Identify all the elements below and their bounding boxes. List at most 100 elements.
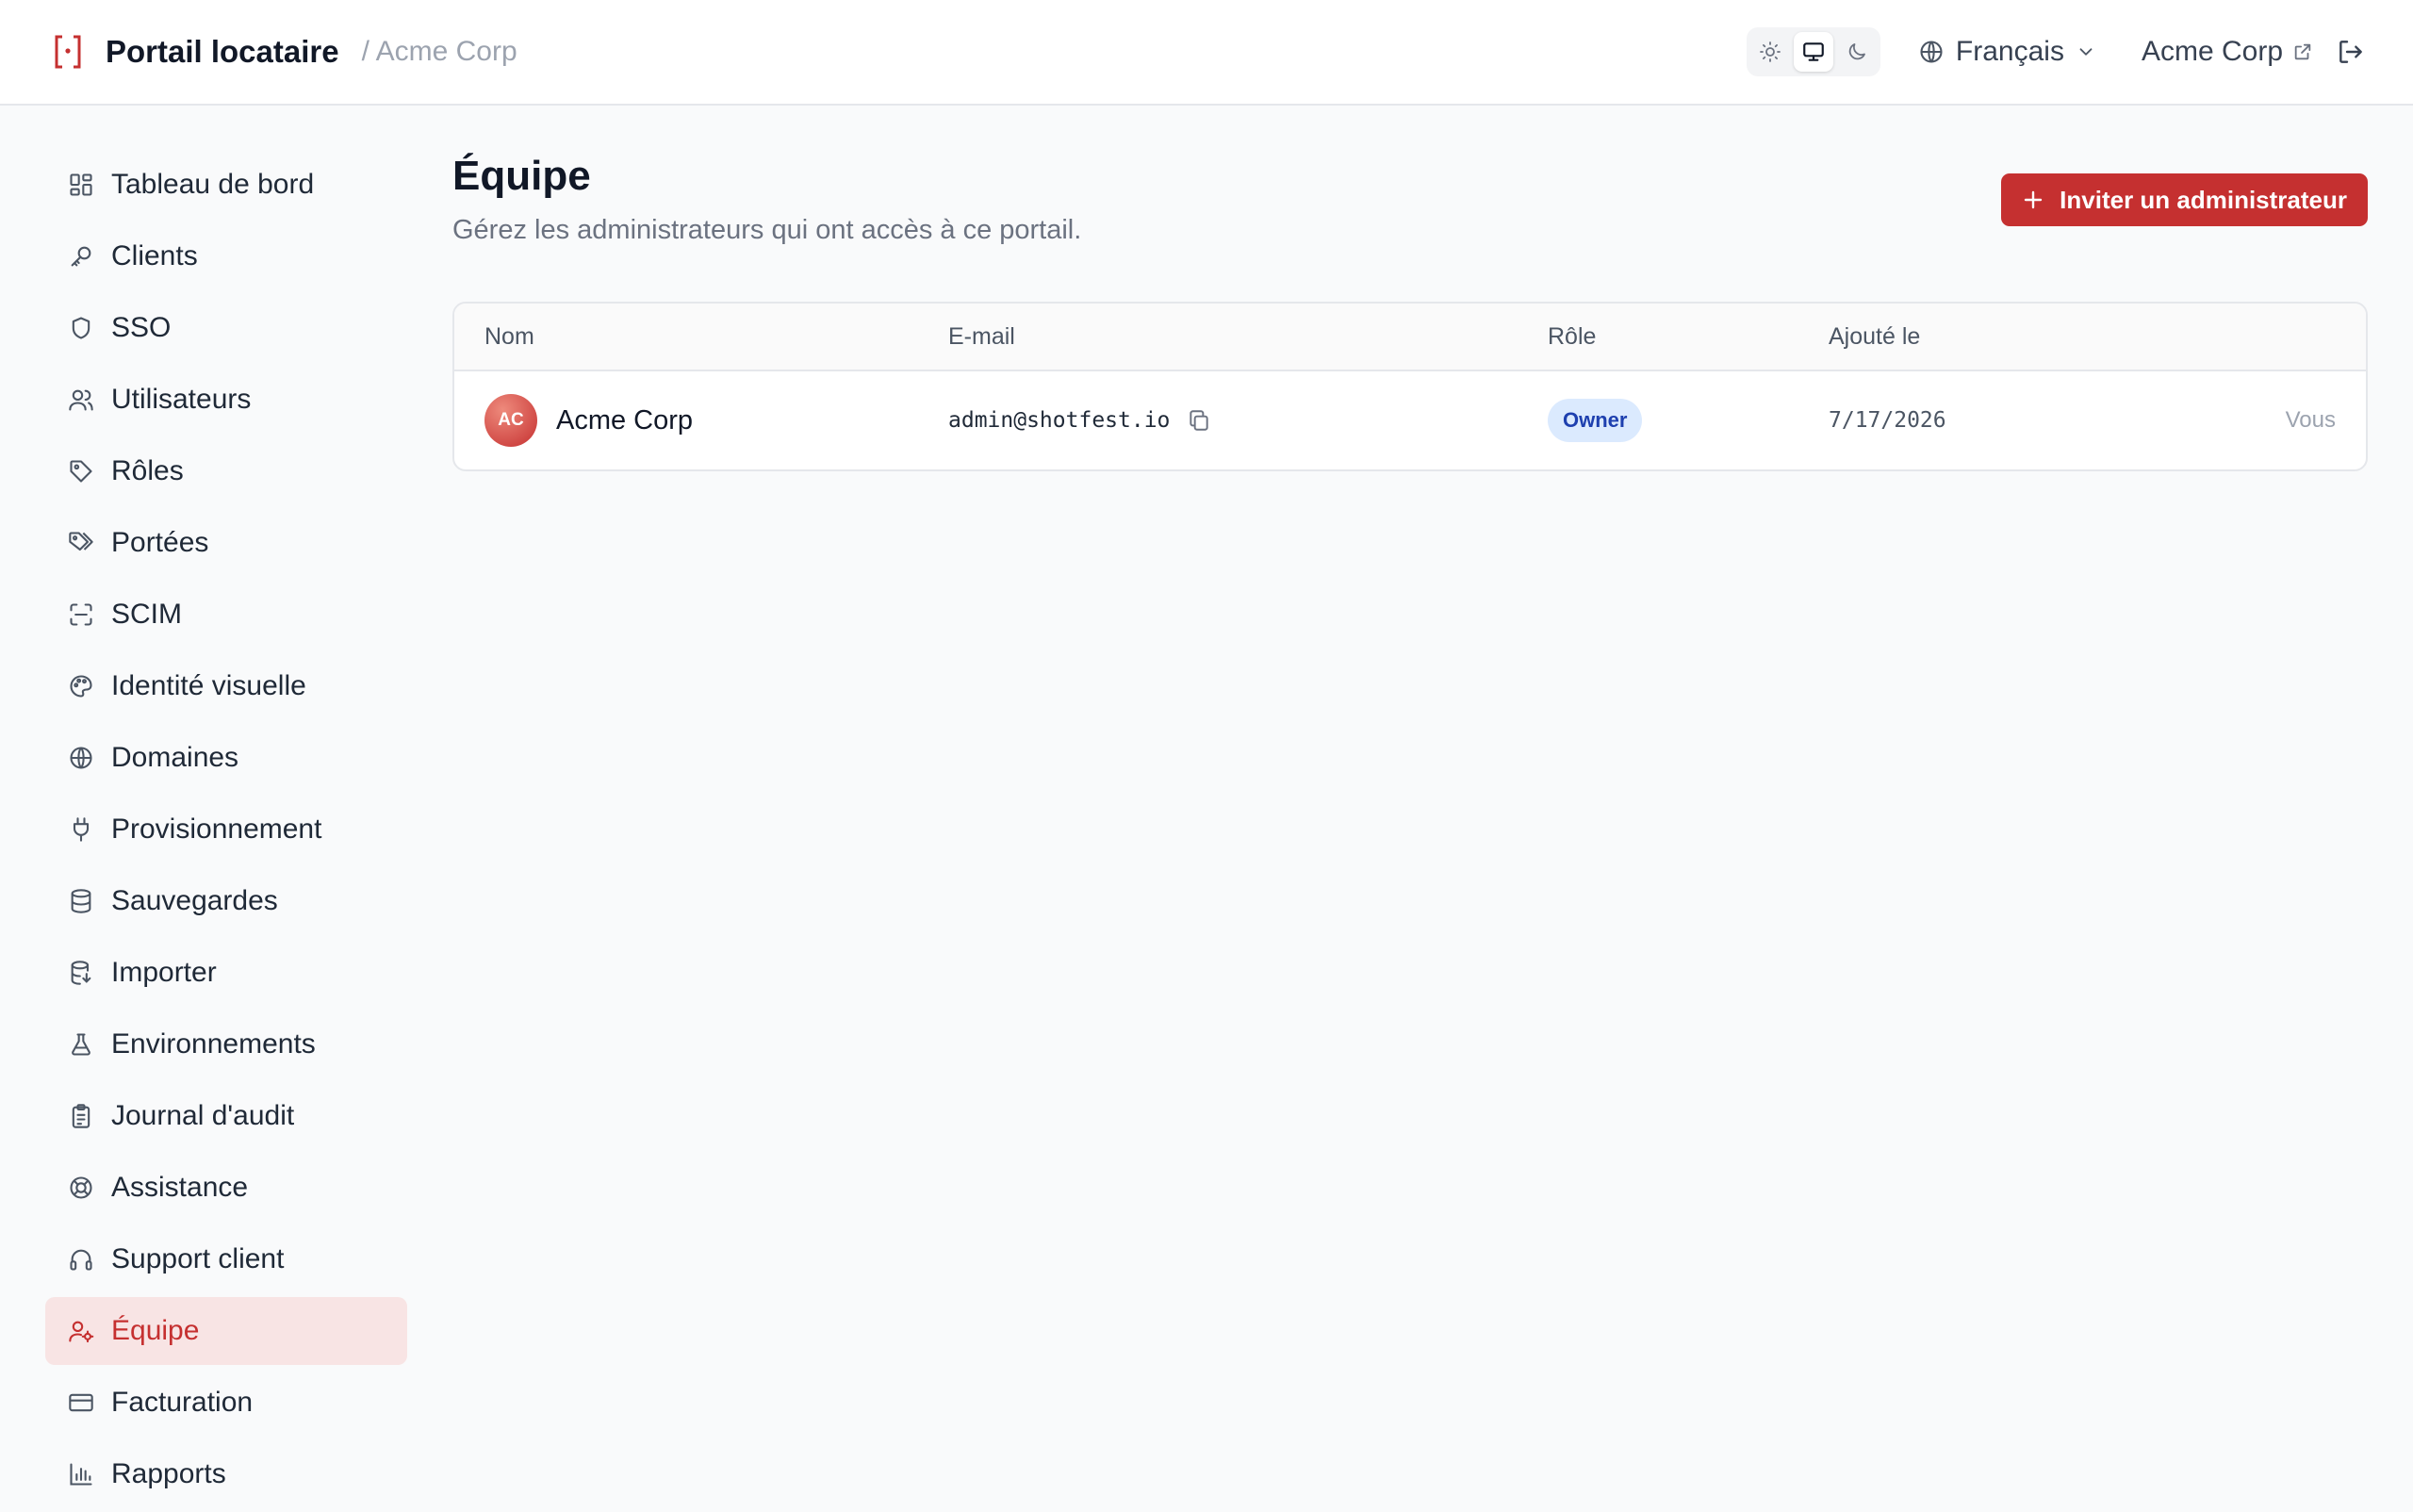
portal-logo-icon (49, 33, 87, 71)
globe-icon (1920, 41, 1943, 63)
copy-email-button[interactable] (1185, 406, 1213, 435)
sidebar-item-sso[interactable]: SSO (45, 294, 407, 362)
sidebar-item-utilisateurs[interactable]: Utilisateurs (45, 366, 407, 434)
member-name-cell: AC Acme Corp (454, 394, 948, 447)
plug-icon (66, 814, 96, 845)
sidebar-item-assistance[interactable]: Assistance (45, 1154, 407, 1222)
headphones-icon (66, 1244, 96, 1274)
sidebar-item-sauvegardes[interactable]: Sauvegardes (45, 867, 407, 935)
sidebar-item-label: Sauvegardes (111, 885, 278, 916)
copy-icon (1190, 410, 1209, 431)
brand[interactable]: Portail locataire / Acme Corp (49, 33, 517, 71)
tag-icon (66, 456, 96, 486)
column-header-role: Rôle (1548, 322, 1597, 350)
tags-icon (66, 528, 96, 558)
sun-icon (1760, 41, 1781, 62)
lifebuoy-icon (66, 1173, 96, 1203)
sidebar-item-label: SCIM (111, 599, 182, 630)
sidebar-item-label: Clients (111, 240, 198, 271)
header-actions: Français Acme Corp (1746, 27, 2368, 76)
tenant-link-label: Acme Corp (2141, 36, 2283, 67)
logout-icon (2339, 41, 2362, 63)
sidebar-item-provisionnement[interactable]: Provisionnement (45, 796, 407, 863)
sidebar-item-equipe[interactable]: Équipe (45, 1297, 407, 1365)
member-action-cell: Vous (2206, 407, 2366, 434)
sidebar-item-label: Facturation (111, 1387, 254, 1418)
plus-icon (2024, 190, 2043, 209)
sidebar-item-label: Identité visuelle (111, 670, 306, 701)
sidebar-item-domaines[interactable]: Domaines (45, 724, 407, 792)
database-icon (66, 886, 96, 916)
member-added-date: 7/17/2026 (1829, 408, 1946, 433)
external-link-icon (2294, 43, 2311, 60)
theme-switcher (1746, 27, 1880, 76)
sidebar-item-tableau-de-bord[interactable]: Tableau de bord (45, 151, 407, 219)
sidebar-item-importer[interactable]: Importer (45, 939, 407, 1007)
sidebar-item-label: Environnements (111, 1028, 316, 1060)
sidebar-item-label: Domaines (111, 742, 239, 773)
member-name: Acme Corp (556, 404, 694, 436)
member-added-cell: 7/17/2026 (1829, 408, 2206, 433)
globe-icon (66, 743, 96, 773)
column-header-email: E-mail (948, 322, 1015, 350)
users-icon (66, 385, 96, 415)
scan-icon (66, 600, 96, 630)
flask-icon (66, 1029, 96, 1060)
current-user-label: Vous (2285, 407, 2336, 433)
invite-admin-button[interactable]: Inviter un administrateur (2001, 173, 2368, 226)
sidebar-item-support-client[interactable]: Support client (45, 1225, 407, 1293)
member-email: admin@shotfest.io (948, 408, 1171, 433)
sidebar-item-rapports[interactable]: Rapports (45, 1440, 407, 1508)
sidebar-item-label: Rapports (111, 1458, 226, 1489)
clipboard-icon (66, 1101, 96, 1131)
sidebar-item-roles[interactable]: Rôles (45, 437, 407, 505)
table-header: Nom E-mail Rôle Ajouté le (454, 304, 2366, 371)
sidebar-item-label: Support client (111, 1243, 285, 1274)
sidebar-item-label: Tableau de bord (111, 169, 315, 200)
user-cog-icon (66, 1316, 96, 1346)
theme-system-button[interactable] (1793, 32, 1833, 72)
sidebar-item-journal-d-audit[interactable]: Journal d'audit (45, 1082, 407, 1150)
avatar: AC (484, 394, 537, 447)
table-row: AC Acme Corp admin@shotfest.io Owner 7/1… (454, 371, 2366, 469)
tenant-external-link[interactable]: Acme Corp (2142, 36, 2313, 68)
sidebar-item-label: Provisionnement (111, 814, 322, 845)
sidebar-item-portees[interactable]: Portées (45, 509, 407, 577)
app-title: Portail locataire (106, 34, 339, 69)
sidebar-item-label: Assistance (111, 1172, 249, 1203)
credit-card-icon (66, 1388, 96, 1418)
sidebar-item-environnements[interactable]: Environnements (45, 1011, 407, 1078)
sidebar-item-identite-visuelle[interactable]: Identité visuelle (45, 652, 407, 720)
language-select[interactable]: Français (1918, 36, 2096, 68)
moon-icon (1848, 43, 1865, 60)
sidebar-item-label: Rôles (111, 455, 184, 486)
page-header: Équipe Gérez les administrateurs qui ont… (452, 151, 2368, 279)
shield-icon (66, 313, 96, 343)
sidebar-item-label: Portées (111, 527, 209, 558)
sidebar-nav: Tableau de bord Clients SSO Utilisateurs (45, 151, 407, 1512)
main-content: Équipe Gérez les administrateurs qui ont… (452, 151, 2368, 471)
column-header-name: Nom (484, 322, 534, 350)
theme-light-button[interactable] (1750, 32, 1790, 72)
top-header: Portail locataire / Acme Corp Français A… (0, 0, 2413, 106)
sidebar-item-label: Journal d'audit (111, 1100, 295, 1131)
theme-dark-button[interactable] (1837, 32, 1877, 72)
language-label: Français (1955, 36, 2064, 67)
breadcrumb: / Acme Corp (361, 36, 517, 67)
logout-button[interactable] (2334, 35, 2368, 69)
member-role-cell: Owner (1548, 399, 1829, 442)
dashboard-icon (66, 170, 96, 200)
monitor-icon (1803, 42, 1824, 61)
sidebar-item-scim[interactable]: SCIM (45, 581, 407, 649)
invite-admin-label: Inviter un administrateur (2060, 185, 2347, 214)
sidebar-item-label: Importer (111, 957, 217, 988)
sidebar-item-label: Équipe (111, 1315, 200, 1346)
sidebar-item-label: SSO (111, 312, 172, 343)
sidebar-item-facturation[interactable]: Facturation (45, 1369, 407, 1437)
role-badge: Owner (1548, 399, 1643, 442)
member-email-cell: admin@shotfest.io (948, 406, 1548, 435)
team-table: Nom E-mail Rôle Ajouté le AC Acme Corp a… (452, 302, 2368, 471)
palette-icon (66, 671, 96, 701)
sidebar-item-clients[interactable]: Clients (45, 222, 407, 290)
bar-chart-icon (66, 1459, 96, 1489)
